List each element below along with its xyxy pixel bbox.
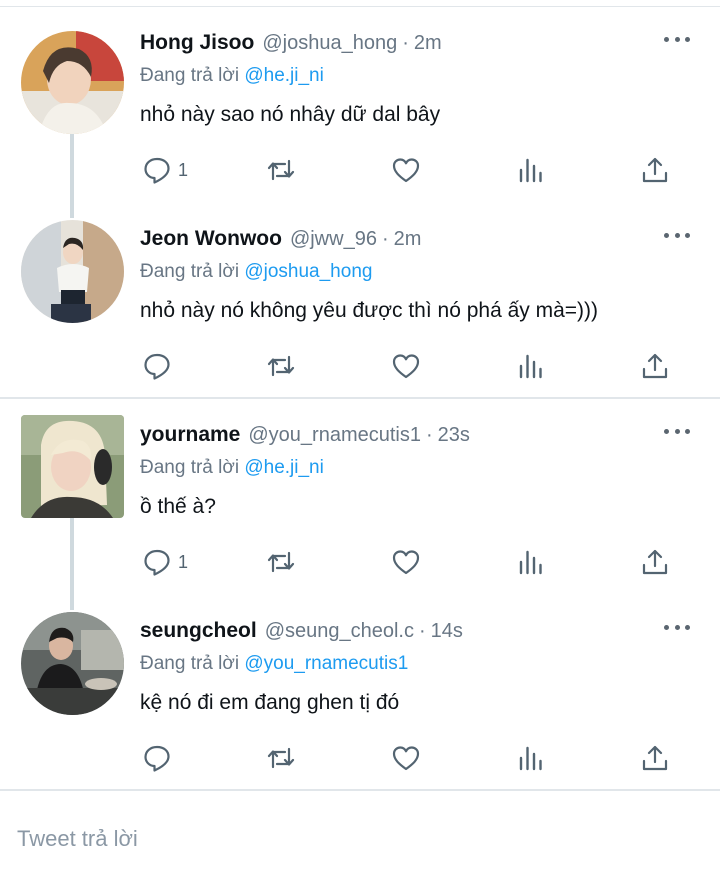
user-handle[interactable]: @seung_cheol.c	[265, 620, 414, 643]
retweet-icon	[267, 159, 295, 181]
display-name[interactable]: seungcheol	[140, 619, 257, 643]
share-button[interactable]	[640, 545, 670, 579]
separator-dot: ·	[419, 620, 426, 642]
share-icon	[642, 157, 668, 183]
mention-link[interactable]: @joshua_hong	[244, 261, 372, 282]
display-name[interactable]: Hong Jisoo	[140, 31, 254, 55]
reply-compose-input[interactable]: Tweet trả lời	[17, 826, 138, 852]
timestamp[interactable]: 2m	[394, 228, 422, 251]
reply-button[interactable]: 1	[142, 153, 188, 187]
avatar[interactable]	[21, 612, 124, 715]
retweet-button[interactable]	[266, 349, 296, 383]
analytics-icon	[519, 550, 542, 575]
retweet-icon	[267, 551, 295, 573]
tweet-header: Hong Jisoo @joshua_hong · 2m	[140, 31, 442, 61]
share-icon	[642, 549, 668, 575]
analytics-button[interactable]	[516, 153, 546, 187]
reply-count: 1	[178, 159, 189, 180]
action-bar	[0, 741, 720, 775]
timestamp[interactable]: 2m	[414, 32, 442, 55]
separator-dot: ·	[425, 424, 433, 446]
replying-to: Đang trả lời @you_rnamecutis1	[140, 653, 408, 675]
user-handle[interactable]: @jww_96	[290, 228, 377, 251]
replying-to: Đang trả lời @he.ji_ni	[140, 457, 324, 479]
tweet-text: nhỏ này nó không yêu được thì nó phá ấy …	[140, 299, 599, 322]
avatar[interactable]	[21, 31, 124, 134]
retweet-icon	[267, 747, 295, 769]
top-divider	[0, 6, 720, 7]
action-bar: 1	[0, 153, 720, 187]
replying-to-label: Đang trả lời	[140, 653, 240, 674]
like-icon	[392, 158, 420, 183]
replying-to: Đang trả lời @he.ji_ni	[140, 65, 324, 87]
analytics-icon	[519, 158, 542, 183]
reply-icon	[144, 157, 170, 184]
more-icon[interactable]	[664, 233, 690, 241]
reply-button[interactable]	[142, 349, 178, 383]
timestamp[interactable]: 14s	[431, 620, 463, 643]
tweet-header: Jeon Wonwoo @jww_96 · 2m	[140, 227, 421, 257]
retweet-button[interactable]	[266, 545, 296, 579]
like-icon	[392, 746, 420, 771]
like-icon	[392, 550, 420, 575]
reply-icon	[144, 745, 170, 772]
replying-to-label: Đang trả lời	[140, 457, 240, 478]
avatar[interactable]	[21, 220, 124, 323]
more-icon[interactable]	[664, 37, 690, 45]
action-bar	[0, 349, 720, 383]
replying-to-label: Đang trả lời	[140, 261, 240, 282]
mention-link[interactable]: @he.ji_ni	[244, 65, 324, 86]
tweet-header: yourname @you_rnamecutis1 · 23s	[140, 423, 470, 453]
like-button[interactable]	[391, 741, 421, 775]
analytics-icon	[519, 354, 542, 379]
separator-dot: ·	[381, 228, 389, 250]
tweet-text: kệ nó đi em đang ghen tị đó	[140, 691, 400, 714]
share-button[interactable]	[640, 349, 670, 383]
retweet-button[interactable]	[266, 741, 296, 775]
like-icon	[392, 354, 420, 379]
separator-dot: ·	[402, 32, 409, 54]
reply-icon	[144, 353, 170, 380]
reply-count: 1	[178, 551, 189, 572]
like-button[interactable]	[391, 153, 421, 187]
like-button[interactable]	[391, 349, 421, 383]
like-button[interactable]	[391, 545, 421, 579]
reply-button[interactable]: 1	[142, 545, 188, 579]
conversation-divider	[0, 397, 720, 399]
reply-button[interactable]	[142, 741, 178, 775]
more-icon[interactable]	[664, 429, 690, 437]
share-button[interactable]	[640, 153, 670, 187]
compose-divider	[0, 789, 720, 791]
mention-link[interactable]: @he.ji_ni	[244, 457, 324, 478]
tweet-header: seungcheol @seung_cheol.c · 14s	[140, 619, 463, 649]
mention-link[interactable]: @you_rnamecutis1	[244, 653, 408, 674]
retweet-button[interactable]	[266, 153, 296, 187]
analytics-button[interactable]	[516, 349, 546, 383]
replying-to-label: Đang trả lời	[140, 65, 240, 86]
tweet-text: nhỏ này sao nó nhây dữ dal bây	[140, 103, 441, 126]
analytics-icon	[519, 746, 542, 771]
timestamp[interactable]: 23s	[438, 424, 470, 447]
more-icon[interactable]	[664, 625, 690, 633]
share-icon	[642, 745, 668, 771]
analytics-button[interactable]	[516, 545, 546, 579]
user-handle[interactable]: @you_rnamecutis1	[248, 424, 421, 447]
action-bar: 1	[0, 545, 720, 579]
reply-icon	[144, 549, 170, 576]
retweet-icon	[267, 355, 295, 377]
replying-to: Đang trả lời @joshua_hong	[140, 261, 372, 283]
user-handle[interactable]: @joshua_hong	[262, 32, 397, 55]
tweet-text: ồ thế à?	[140, 495, 216, 518]
share-button[interactable]	[640, 741, 670, 775]
analytics-button[interactable]	[516, 741, 546, 775]
display-name[interactable]: yourname	[140, 423, 240, 447]
share-icon	[642, 353, 668, 379]
avatar[interactable]	[21, 415, 124, 518]
display-name[interactable]: Jeon Wonwoo	[140, 227, 282, 251]
